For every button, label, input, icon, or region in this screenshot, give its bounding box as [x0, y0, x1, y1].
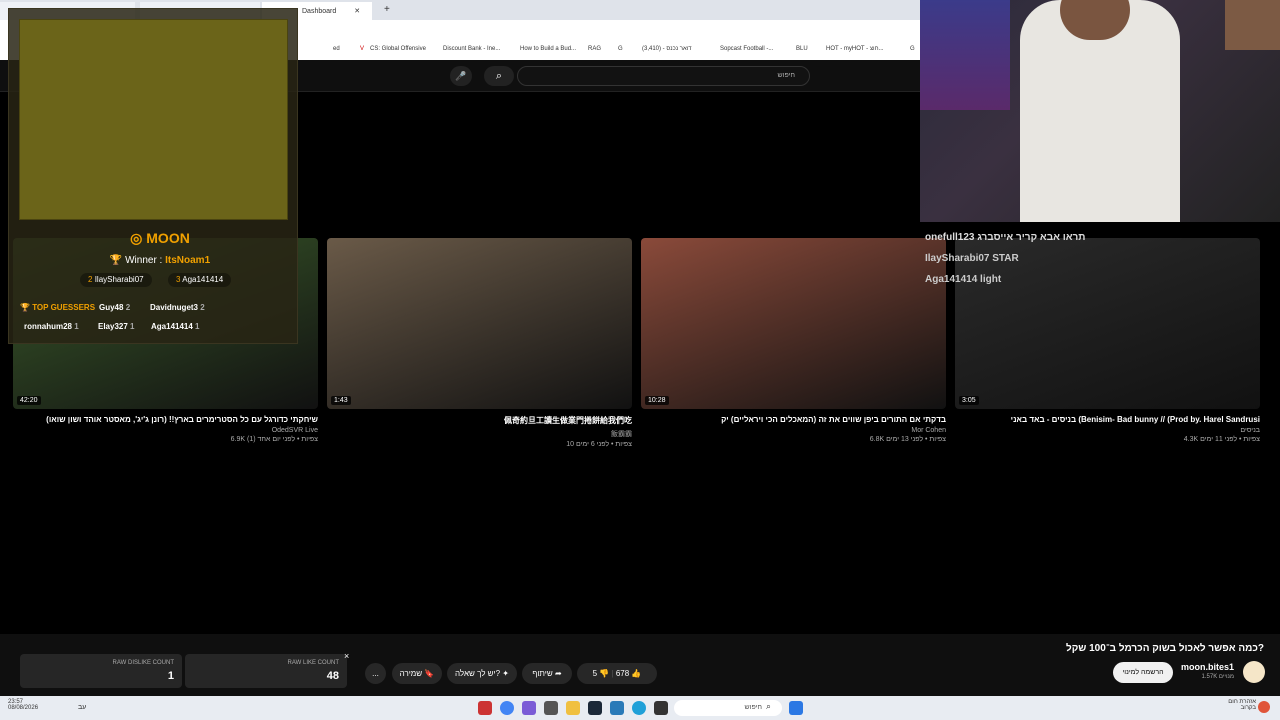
channel-name[interactable]: בניסים	[955, 427, 1260, 434]
edge-icon[interactable]	[632, 701, 646, 715]
video-stats: 6.9K צפיות • לפני יום אחד (1)	[230, 436, 318, 443]
channel-name[interactable]: moon.bites1	[1178, 662, 1234, 672]
channel-name[interactable]: Mor Cohen	[641, 427, 946, 434]
bookmark[interactable]: G	[910, 46, 915, 52]
video-card[interactable]: 1:43 佩奇約旦工讀生做業門捲餅給我們吃 飯霸霸 10 צפיות • לפני 6…	[327, 238, 632, 448]
webcam-feed	[920, 0, 1280, 222]
bookmark-icon: 🔖	[424, 669, 435, 678]
app-icon[interactable]	[610, 701, 624, 715]
video-title[interactable]: שיחקתי כדורגל עם כל הסטרימרים בארץ!! (רו…	[13, 415, 318, 424]
bookmark[interactable]: G	[618, 46, 623, 52]
video-stats: 6.8K צפיות • לפני 13 ימים	[869, 436, 946, 443]
video-duration: 3:05	[959, 396, 979, 405]
app-icon[interactable]	[544, 701, 558, 715]
weather-widget[interactable]: אזהרת חום בקרוב	[1200, 699, 1256, 711]
share-button[interactable]: שיתוף ➦	[522, 663, 572, 684]
video-stats: 10 צפיות • לפני 6 ימים	[566, 441, 632, 448]
search-input[interactable]: חיפוש	[517, 66, 810, 86]
search-icon: ⌕	[766, 701, 772, 711]
more-button[interactable]: ...	[365, 663, 386, 684]
video-card[interactable]: 10:28 בדקתי אם התורים ביפן שווים את זה (ה…	[641, 238, 946, 443]
chat-line: IlaySharabi07 STAR	[925, 253, 1019, 264]
video-duration: 1:43	[331, 396, 351, 405]
subscriber-count: 1.57K מנויים	[1201, 674, 1234, 680]
bookmark[interactable]: Sopcast Football -...	[720, 46, 773, 52]
bookmark[interactable]: ed	[333, 46, 340, 52]
video-stats: 4.3K צפיות • לפני 11 ימים	[1183, 436, 1260, 443]
save-button[interactable]: שמירה 🔖	[392, 663, 442, 684]
game-screen	[19, 19, 288, 220]
video-duration: 10:28	[645, 396, 669, 405]
close-icon[interactable]: ✕	[338, 8, 360, 15]
bookmark[interactable]: BLU	[796, 46, 808, 52]
folder-icon[interactable]	[566, 701, 580, 715]
search-icon[interactable]: ⌕	[484, 66, 514, 86]
video-thumbnail[interactable]: 1:43	[327, 238, 632, 409]
guest-face	[1225, 0, 1280, 50]
like-count-panel: RAW LIKE COUNT 48	[185, 654, 347, 688]
shelf-background	[920, 0, 1010, 110]
top-guessers-label: 🏆 TOP GUESSERS	[20, 303, 96, 312]
dislike-button[interactable]: 5 👎	[593, 669, 610, 678]
clock: 23:57 08/08/2026	[8, 699, 39, 711]
video-title: כמה אפשר לאכול בשוק הכרמל ב־100 שקל?	[1066, 643, 1264, 654]
video-title[interactable]: בדקתי אם התורים ביפן שווים את זה (המאכלי…	[641, 415, 946, 424]
third-place: 3 Aga141414	[168, 273, 232, 287]
second-place: 2 IlaySharabi07	[80, 273, 152, 287]
steam-icon[interactable]	[588, 701, 602, 715]
channel-name[interactable]: OdedSVR Live	[13, 427, 318, 434]
new-tab-button[interactable]: +	[376, 2, 398, 20]
start-icon[interactable]	[789, 701, 803, 715]
app-icon[interactable]	[654, 701, 668, 715]
bookmark[interactable]: (3,410) - דואר נכנס	[642, 46, 692, 52]
bookmark[interactable]: CS: Global Offensive	[370, 46, 426, 52]
share-icon: ➦	[554, 669, 562, 678]
ask-button[interactable]: יש לך שאלה? ✦	[447, 663, 517, 684]
guesser: Aga141414 1	[151, 322, 200, 331]
guesser: ronnahum28 1	[24, 322, 79, 331]
bookmark[interactable]: HOT - myHOT - חוצ...	[826, 46, 884, 52]
channel-avatar[interactable]	[1243, 661, 1265, 683]
video-thumbnail[interactable]: 10:28	[641, 238, 946, 409]
video-title[interactable]: 佩奇約旦工讀生做業門捲餅給我們吃	[327, 415, 632, 426]
video-duration: 42:20	[17, 396, 41, 405]
sparkle-icon: ✦	[502, 669, 509, 678]
app-icon[interactable]	[478, 701, 492, 715]
dislike-count-panel: RAW DISLIKE COUNT 1	[20, 654, 182, 688]
bookmark[interactable]: How to Build a Bud...	[520, 46, 576, 52]
video-title[interactable]: בניסים - באד באני (Benisim- Bad bunny //…	[955, 415, 1260, 424]
channel-name[interactable]: 飯霸霸	[327, 429, 632, 439]
thumbs-down-icon: 👎	[599, 669, 610, 678]
winner-line: 🏆 Winner : ItsNoam1	[109, 255, 211, 266]
like-dislike-group: 5 👎 | 678 👍	[577, 663, 657, 684]
close-icon[interactable]: ×	[344, 651, 349, 661]
subscribe-button[interactable]: הרשמה למינוי	[1113, 662, 1173, 683]
thumbs-up-icon: 👍	[631, 669, 642, 678]
weather-icon	[1258, 701, 1270, 713]
like-button[interactable]: 678 👍	[616, 669, 642, 678]
guesser: Guy48 2	[99, 303, 131, 312]
overlay-title: ◎ MOON	[130, 230, 190, 246]
guesser: Davidnuget3 2	[150, 303, 205, 312]
bookmark[interactable]: Discount Bank - Ine...	[443, 46, 500, 52]
bookmark[interactable]: RAG	[588, 46, 601, 52]
chrome-icon[interactable]	[500, 701, 514, 715]
chat-overlay: onefull123 תראו אבא קריר אייסברג IlaySha…	[925, 232, 1125, 285]
trophy-icon: 🏆	[109, 255, 123, 266]
chat-line: Aga141414 light	[925, 274, 1002, 285]
mic-icon[interactable]: 🎤	[450, 66, 472, 86]
app-icon[interactable]	[522, 701, 536, 715]
guesser: Elay327 1	[98, 322, 135, 331]
language-indicator[interactable]: עב	[78, 704, 86, 711]
chat-line: onefull123 תראו אבא קריר אייסברג	[925, 232, 1086, 243]
